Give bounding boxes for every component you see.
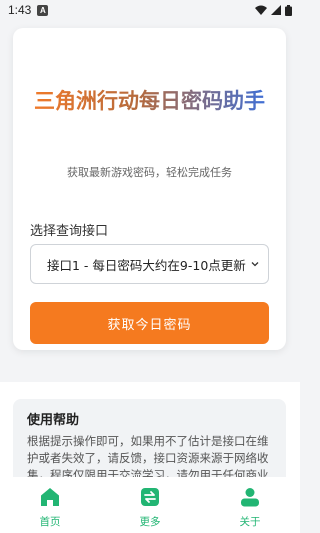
nav-item-home[interactable]: 首页 — [0, 477, 100, 533]
status-indicators — [255, 4, 292, 16]
user-icon — [241, 488, 259, 507]
notification-badge-icon: A — [37, 4, 49, 16]
api-select[interactable]: 接口1 - 每日密码大约在9-10点更新 — [30, 244, 269, 284]
chevron-down-icon — [251, 262, 259, 267]
home-icon — [41, 488, 59, 506]
nav-item-about[interactable]: 关于 — [200, 477, 300, 533]
select-label: 选择查询接口 — [30, 224, 109, 239]
page-title: 三角洲行动每日密码助手 — [33, 86, 266, 117]
signal-icon — [271, 5, 281, 15]
nav-item-more[interactable]: 更多 — [100, 477, 200, 533]
battery-icon — [285, 4, 292, 16]
page-subtitle: 获取最新游戏密码，轻松完成任务 — [67, 166, 232, 179]
status-time: 1:43 — [8, 3, 32, 17]
bottom-nav: 首页 更多 关于 — [0, 477, 300, 533]
password-card: 三角洲行动每日密码助手 获取最新游戏密码，轻松完成任务 选择查询接口 接口1 -… — [13, 28, 286, 350]
nav-label-about: 关于 — [239, 516, 261, 528]
status-bar: 1:43 A — [0, 0, 300, 20]
help-title: 使用帮助 — [27, 413, 80, 428]
swap-icon — [141, 488, 159, 506]
api-select-value: 接口1 - 每日密码大约在9-10点更新 — [47, 257, 246, 273]
nav-label-more: 更多 — [139, 516, 161, 528]
nav-label-home: 首页 — [39, 516, 61, 528]
wifi-icon — [255, 5, 267, 15]
get-password-button[interactable]: 获取今日密码 — [30, 302, 269, 344]
